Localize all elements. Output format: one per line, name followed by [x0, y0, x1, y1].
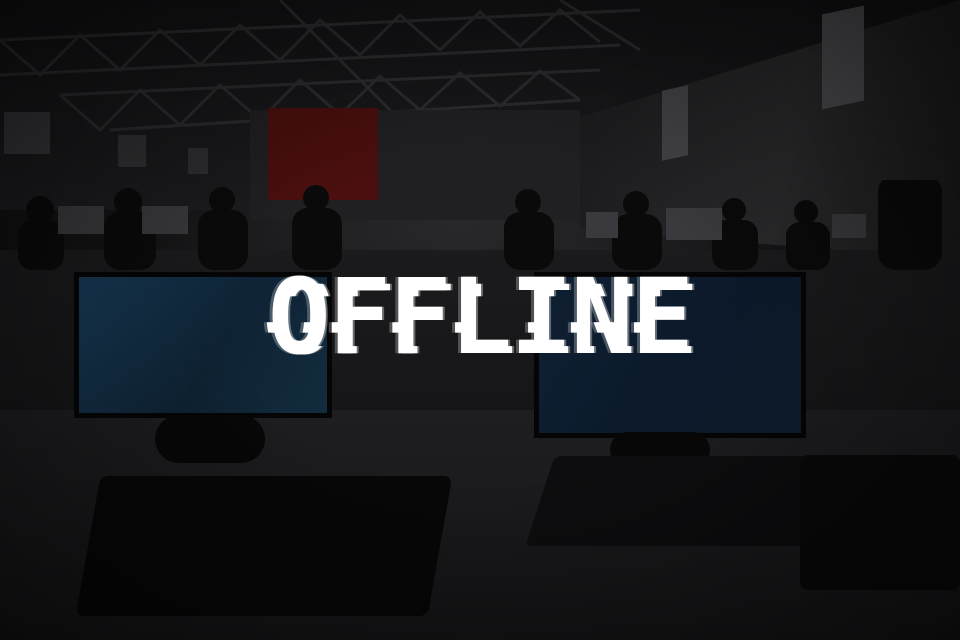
headline-container: OFFLINE OFFLINE OFFLINE OFFLINE: [0, 262, 960, 372]
offline-headline-text: OFFLINE: [267, 256, 694, 378]
window: [188, 148, 208, 174]
window: [4, 112, 50, 154]
window: [822, 5, 864, 110]
window: [118, 135, 146, 167]
desk-object-right: [800, 455, 960, 590]
mousepad: [75, 476, 453, 616]
offline-headline: OFFLINE OFFLINE OFFLINE OFFLINE: [262, 265, 697, 369]
window: [662, 85, 688, 161]
offline-screen: OFFLINE OFFLINE OFFLINE OFFLINE: [0, 0, 960, 640]
monitor-left-stand: [155, 415, 265, 463]
